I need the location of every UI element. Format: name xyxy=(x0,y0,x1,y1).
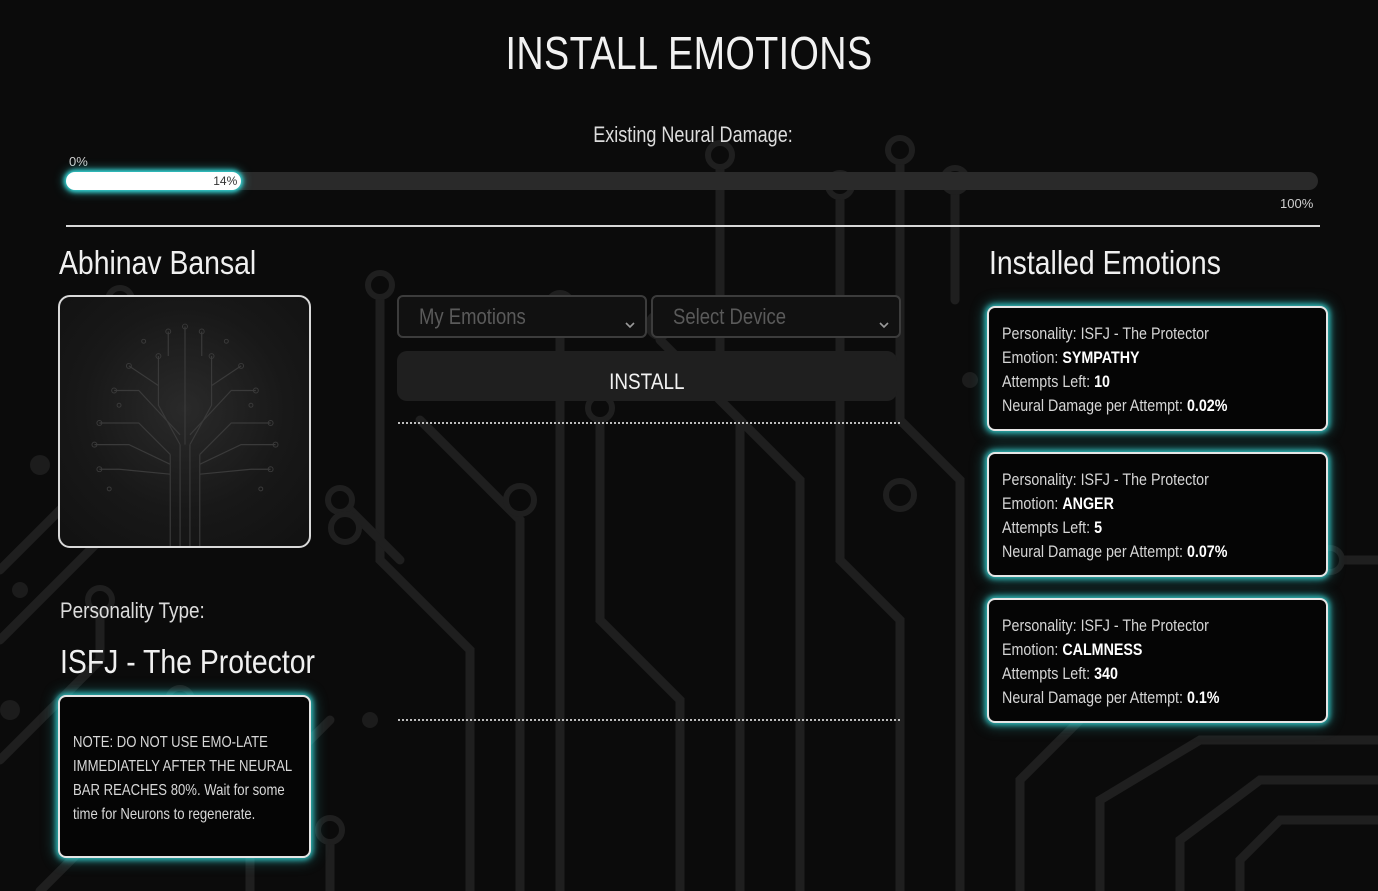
attempts-value: 5 xyxy=(1094,518,1103,537)
warning-note: NOTE: DO NOT USE EMO-LATE IMMEDIATELY AF… xyxy=(58,695,311,858)
emotion-value: SYMPATHY xyxy=(1062,348,1140,367)
page-title: INSTALL EMOTIONS xyxy=(505,27,873,79)
personality-value: ISFJ - The Protector xyxy=(1080,470,1209,489)
attempts-value: 340 xyxy=(1094,664,1118,683)
divider xyxy=(66,225,1320,227)
dotted-divider-top xyxy=(398,422,900,424)
damage-label: Neural Damage per Attempt: xyxy=(1002,396,1187,415)
chevron-down-icon xyxy=(878,311,890,329)
user-name: Abhinav Bansal xyxy=(59,244,257,281)
emotion-label: Emotion: xyxy=(1002,494,1063,513)
personality-label: Personality: xyxy=(1002,324,1081,343)
warning-note-text: NOTE: DO NOT USE EMO-LATE IMMEDIATELY AF… xyxy=(73,734,292,823)
attempts-value: 10 xyxy=(1094,372,1110,391)
installed-emotions-title: Installed Emotions xyxy=(989,244,1221,281)
damage-value: 0.07% xyxy=(1186,542,1228,561)
installed-emotion-card: Personality: ISFJ - The Protector Emotio… xyxy=(987,306,1328,431)
personality-type-label: Personality Type: xyxy=(60,598,205,623)
personality-label: Personality: xyxy=(1002,470,1081,489)
circuit-tree-icon xyxy=(91,323,279,546)
attempts-label: Attempts Left: xyxy=(1002,664,1095,683)
personality-label: Personality: xyxy=(1002,616,1081,635)
personality-value: ISFJ - The Protector xyxy=(1080,324,1209,343)
chevron-down-icon xyxy=(624,311,636,329)
attempts-label: Attempts Left: xyxy=(1002,518,1095,537)
damage-value: 0.02% xyxy=(1186,396,1228,415)
install-button[interactable]: INSTALL xyxy=(397,351,897,401)
installed-emotion-card: Personality: ISFJ - The Protector Emotio… xyxy=(987,452,1328,577)
installed-emotion-card: Personality: ISFJ - The Protector Emotio… xyxy=(987,598,1328,723)
attempts-label: Attempts Left: xyxy=(1002,372,1095,391)
dotted-divider-bottom xyxy=(398,719,900,721)
neural-damage-label: Existing Neural Damage: xyxy=(593,122,793,147)
neural-damage-bar-fill: 14% xyxy=(66,172,242,190)
damage-label: Neural Damage per Attempt: xyxy=(1002,688,1187,707)
damage-value: 0.1% xyxy=(1186,688,1220,707)
neural-damage-value: 14% xyxy=(213,174,238,188)
install-button-label: INSTALL xyxy=(609,369,685,394)
emotions-select[interactable]: My Emotions xyxy=(397,295,647,338)
damage-label: Neural Damage per Attempt: xyxy=(1002,542,1187,561)
personality-type-value: ISFJ - The Protector xyxy=(60,643,315,680)
device-select-value: Select Device xyxy=(673,304,786,329)
progress-min-label: 0% xyxy=(69,154,88,169)
neural-damage-bar: 14% xyxy=(66,172,1318,190)
emotion-label: Emotion: xyxy=(1002,348,1063,367)
device-select[interactable]: Select Device xyxy=(651,295,901,338)
personality-value: ISFJ - The Protector xyxy=(1080,616,1209,635)
emotion-label: Emotion: xyxy=(1002,640,1063,659)
emotions-select-value: My Emotions xyxy=(419,304,526,329)
emotion-value: CALMNESS xyxy=(1062,640,1143,659)
progress-max-label: 100% xyxy=(1280,196,1314,211)
emotion-value: ANGER xyxy=(1062,494,1114,513)
avatar xyxy=(58,295,311,548)
